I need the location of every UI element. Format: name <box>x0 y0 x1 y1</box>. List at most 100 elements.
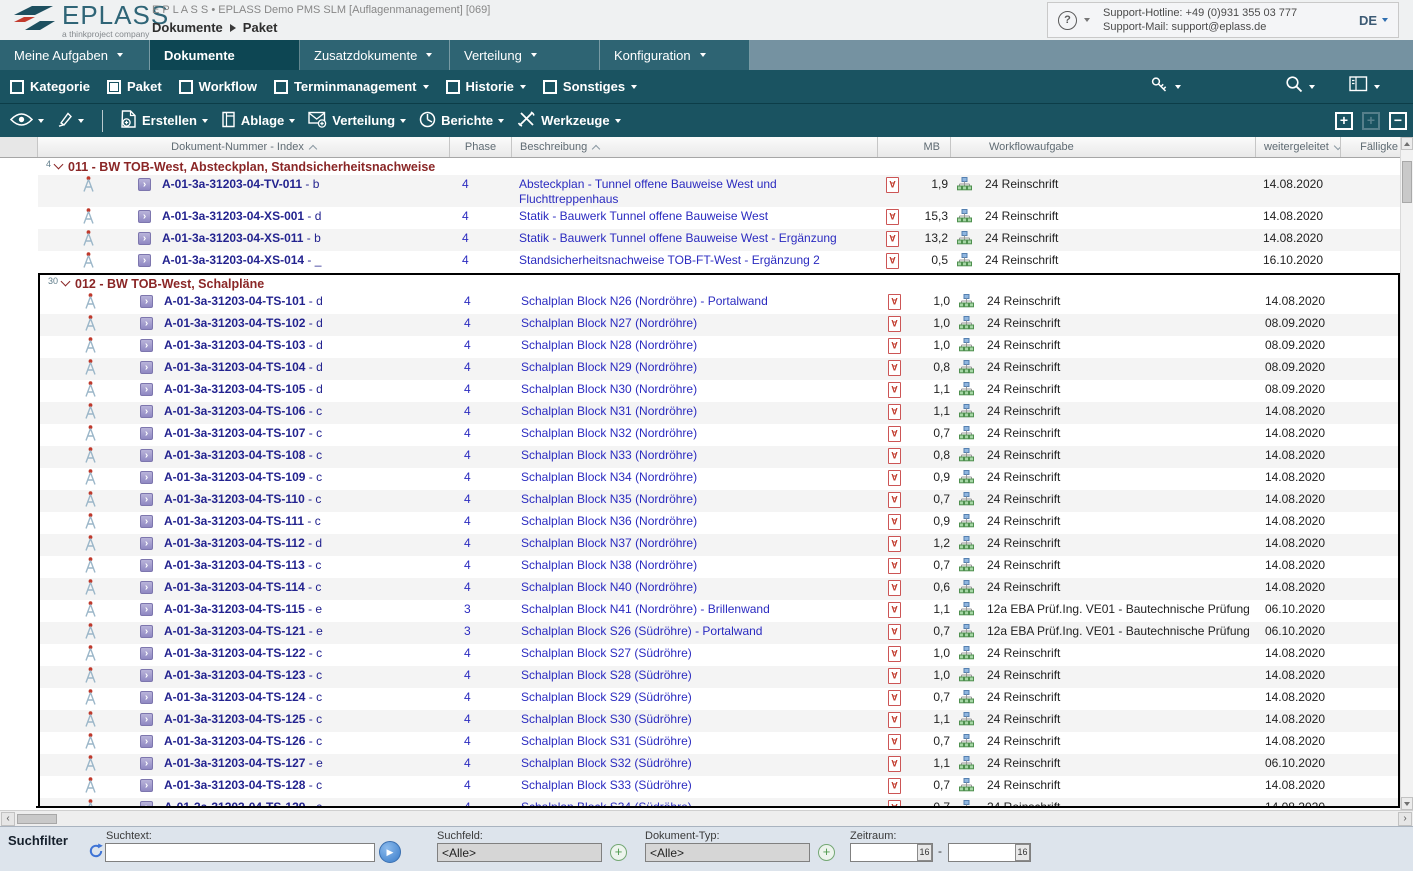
doc-number[interactable]: A-01-3a-31203-04-TS-111 - c <box>162 512 452 534</box>
org-chart-icon[interactable] <box>957 180 972 194</box>
menu-werkzeuge[interactable]: Werkzeuge <box>517 111 620 130</box>
description-link[interactable]: Statik - Bauwerk Tunnel offene Bauweise … <box>512 207 878 229</box>
table-row[interactable]: ›A-01-3a-31203-04-TS-108 - c4Schalplan B… <box>40 446 1398 468</box>
tab-verteilung[interactable]: Verteilung <box>450 40 600 70</box>
checkbox[interactable] <box>107 80 121 94</box>
preview-menu[interactable] <box>10 113 44 129</box>
doc-number[interactable]: A-01-3a-31203-04-TS-102 - d <box>162 314 452 336</box>
open-document-button[interactable]: › <box>140 471 153 484</box>
doc-number[interactable]: A-01-3a-31203-04-TS-113 - c <box>162 556 452 578</box>
pdf-icon[interactable]: A <box>888 778 901 794</box>
scroll-up-button[interactable] <box>1401 137 1413 150</box>
doc-number[interactable]: A-01-3a-31203-04-XS-011 - b <box>160 229 450 251</box>
open-document-button[interactable]: › <box>140 757 153 770</box>
description-link[interactable]: Schalplan Block N40 (Nordröhre) <box>514 578 880 600</box>
group-header[interactable]: 4011 - BW TOB-West, Absteckplan, Standsi… <box>38 158 1400 175</box>
doc-number[interactable]: A-01-3a-31203-04-XS-014 - _ <box>160 251 450 273</box>
description-link[interactable]: Schalplan Block S32 (Südröhre) <box>514 754 880 776</box>
group-header[interactable]: 30012 - BW TOB-West, Schalpläne <box>40 275 1398 292</box>
pdf-icon[interactable]: A <box>888 514 901 530</box>
org-chart-icon[interactable] <box>959 539 974 553</box>
open-document-button[interactable]: › <box>138 254 151 267</box>
open-document-button[interactable]: › <box>140 317 153 330</box>
tab-meine-aufgaben[interactable]: Meine Aufgaben <box>0 40 150 70</box>
pdf-icon[interactable]: A <box>888 360 901 376</box>
pdf-icon[interactable]: A <box>888 338 901 354</box>
search-icon[interactable] <box>1285 75 1303 98</box>
table-row[interactable]: ›A-01-3a-31203-04-TS-113 - c4Schalplan B… <box>40 556 1398 578</box>
table-row[interactable]: ›A-01-3a-31203-04-TS-112 - d4Schalplan B… <box>40 534 1398 556</box>
pdf-icon[interactable]: A <box>888 646 901 662</box>
description-link[interactable]: Schalplan Block S33 (Südröhre) <box>514 776 880 798</box>
doc-number[interactable]: A-01-3a-31203-04-TV-011 - b <box>160 175 450 207</box>
doc-number[interactable]: A-01-3a-31203-04-TS-107 - c <box>162 424 452 446</box>
table-row[interactable]: ›A-01-3a-31203-04-TS-104 - d4Schalplan B… <box>40 358 1398 380</box>
open-document-button[interactable]: › <box>140 339 153 352</box>
description-link[interactable]: Schalplan Block S27 (Südröhre) <box>514 644 880 666</box>
column-header-beschreibung[interactable]: Beschreibung <box>512 137 878 157</box>
org-chart-icon[interactable] <box>959 495 974 509</box>
org-chart-icon[interactable] <box>959 429 974 443</box>
description-link[interactable]: Schalplan Block N29 (Nordröhre) <box>514 358 880 380</box>
expand-all-button[interactable]: + <box>1335 112 1353 130</box>
description-link[interactable]: Schalplan Block N27 (Nordröhre) <box>514 314 880 336</box>
open-document-button[interactable]: › <box>140 713 153 726</box>
org-chart-icon[interactable] <box>959 473 974 487</box>
pdf-icon[interactable]: A <box>888 756 901 772</box>
open-document-button[interactable]: › <box>138 178 151 191</box>
vertical-scrollbar-thumb[interactable] <box>1402 161 1412 203</box>
description-link[interactable]: Schalplan Block N41 (Nordröhre) - Brille… <box>514 600 880 622</box>
submit-search-button[interactable]: ▶ <box>379 841 401 863</box>
open-document-button[interactable]: › <box>140 295 153 308</box>
doc-number[interactable]: A-01-3a-31203-04-TS-124 - c <box>162 688 452 710</box>
doc-number[interactable]: A-01-3a-31203-04-TS-123 - c <box>162 666 452 688</box>
description-link[interactable]: Schalplan Block N26 (Nordröhre) - Portal… <box>514 292 880 314</box>
add-dokument-typ-button[interactable]: + <box>818 844 835 861</box>
vertical-scrollbar[interactable] <box>1400 137 1413 810</box>
description-link[interactable]: Schalplan Block N34 (Nordröhre) <box>514 468 880 490</box>
description-link[interactable]: Absteckplan - Tunnel offene Bauweise Wes… <box>512 175 878 207</box>
pdf-icon[interactable]: A <box>888 492 901 508</box>
org-chart-icon[interactable] <box>959 693 974 707</box>
horizontal-scrollbar[interactable]: ‹ › <box>0 810 1413 826</box>
doc-number[interactable]: A-01-3a-31203-04-TS-103 - d <box>162 336 452 358</box>
key-menu[interactable] <box>1150 76 1181 98</box>
doc-number[interactable]: A-01-3a-31203-04-TS-122 - c <box>162 644 452 666</box>
doc-number[interactable]: A-01-3a-31203-04-TS-106 - c <box>162 402 452 424</box>
org-chart-icon[interactable] <box>957 212 972 226</box>
table-row[interactable]: ›A-01-3a-31203-04-TS-126 - c4Schalplan B… <box>40 732 1398 754</box>
table-row[interactable]: ›A-01-3a-31203-04-TS-109 - c4Schalplan B… <box>40 468 1398 490</box>
checkbox[interactable] <box>446 80 460 94</box>
column-header-workflowaufgabe[interactable]: Workflowaufgabe <box>979 137 1256 157</box>
scroll-right-button[interactable]: › <box>1398 812 1412 826</box>
table-row[interactable]: ›A-01-3a-31203-04-TS-105 - d4Schalplan B… <box>40 380 1398 402</box>
view-toggle-historie[interactable]: Historie <box>446 79 526 94</box>
table-row[interactable]: ›A-01-3a-31203-04-TS-110 - c4Schalplan B… <box>40 490 1398 512</box>
pdf-icon[interactable]: A <box>888 558 901 574</box>
column-header-mb[interactable]: MB <box>878 137 951 157</box>
menu-berichte[interactable]: Berichte <box>419 111 504 131</box>
expand-level-button[interactable]: + <box>1362 112 1380 130</box>
column-header-weitergeleitet[interactable]: weitergeleitet <box>1256 137 1341 157</box>
pdf-icon[interactable]: A <box>888 690 901 706</box>
refresh-icon[interactable] <box>88 843 104 864</box>
doc-number[interactable]: A-01-3a-31203-04-TS-108 - c <box>162 446 452 468</box>
org-chart-icon[interactable] <box>959 363 974 377</box>
org-chart-icon[interactable] <box>959 627 974 641</box>
table-row[interactable]: ›A-01-3a-31203-04-XS-014 - _4Standsicher… <box>38 251 1400 273</box>
breadcrumb-section[interactable]: Dokumente <box>152 20 223 35</box>
org-chart-icon[interactable] <box>959 451 974 465</box>
language-selector[interactable]: DE <box>1359 13 1388 28</box>
doc-number[interactable]: A-01-3a-31203-04-TS-125 - c <box>162 710 452 732</box>
scroll-down-button[interactable] <box>1401 797 1413 810</box>
pdf-icon[interactable]: A <box>888 448 901 464</box>
suchtext-input[interactable] <box>105 843 375 862</box>
open-document-button[interactable]: › <box>140 603 153 616</box>
org-chart-icon[interactable] <box>959 781 974 795</box>
table-row[interactable]: ›A-01-3a-31203-04-TS-107 - c4Schalplan B… <box>40 424 1398 446</box>
pdf-icon[interactable]: A <box>886 231 899 247</box>
search-menu[interactable] <box>1285 75 1315 98</box>
checkbox[interactable] <box>274 80 288 94</box>
pdf-icon[interactable]: A <box>886 177 899 193</box>
doc-number[interactable]: A-01-3a-31203-04-TS-112 - d <box>162 534 452 556</box>
